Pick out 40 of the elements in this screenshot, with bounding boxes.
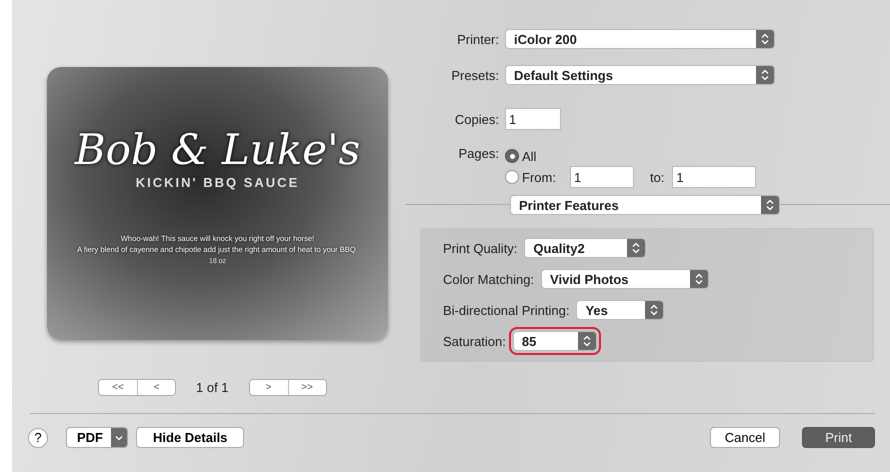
label-title: Bob & Luke's (74, 127, 360, 174)
option-select[interactable]: Vivid Photos (541, 269, 710, 289)
label-subtitle: KICKIN' BBQ SAUCE (136, 175, 300, 190)
field-label: Pages: (458, 146, 500, 161)
radio-button[interactable] (505, 170, 519, 184)
stepper-arrows-icon (645, 301, 664, 319)
hide-details-button[interactable]: Hide Details (136, 427, 244, 448)
page-count: 1 of 1 (196, 380, 229, 394)
option-select[interactable]: Yes (576, 300, 664, 320)
chevron-down-icon (111, 428, 127, 447)
stepper-arrows-icon (756, 66, 774, 84)
pdf-menu-button[interactable]: PDF (66, 427, 128, 448)
print-button[interactable]: Print (802, 427, 875, 448)
option-label: Print Quality: (443, 240, 518, 256)
cancel-button[interactable]: Cancel (710, 427, 780, 448)
stepper-arrows-icon (756, 30, 774, 48)
option-label: Saturation: (443, 334, 506, 348)
section-select[interactable]: Printer Features (510, 195, 780, 215)
stepper-arrows-icon (690, 270, 708, 288)
stepper-arrows-icon (627, 239, 646, 257)
field-label: Presets: (450, 68, 500, 82)
option-label: Bi-directional Printing: (443, 302, 570, 318)
from-field[interactable]: 1 (570, 166, 634, 188)
radio-label: From: (522, 170, 556, 184)
field-label: Copies: (454, 112, 500, 126)
to-label: to: (650, 170, 664, 184)
radio-button[interactable] (505, 149, 519, 163)
printer-select[interactable]: iColor 200 (505, 29, 775, 49)
option-select[interactable]: Quality2 (524, 238, 646, 258)
to-field[interactable]: 1 (672, 166, 756, 188)
presets-select[interactable]: Default Settings (505, 65, 775, 85)
last-page-button[interactable]: >> (288, 380, 326, 394)
copies-field[interactable]: 1 (505, 108, 561, 130)
stepper-arrows-icon (578, 332, 596, 350)
radio-label: All (522, 148, 536, 164)
help-button[interactable]: ? (28, 428, 48, 448)
option-label: Color Matching: (443, 272, 534, 286)
field-label: Printer: (456, 32, 500, 46)
previous-page-button[interactable]: < (137, 380, 175, 394)
stepper-arrows-icon (761, 196, 779, 214)
